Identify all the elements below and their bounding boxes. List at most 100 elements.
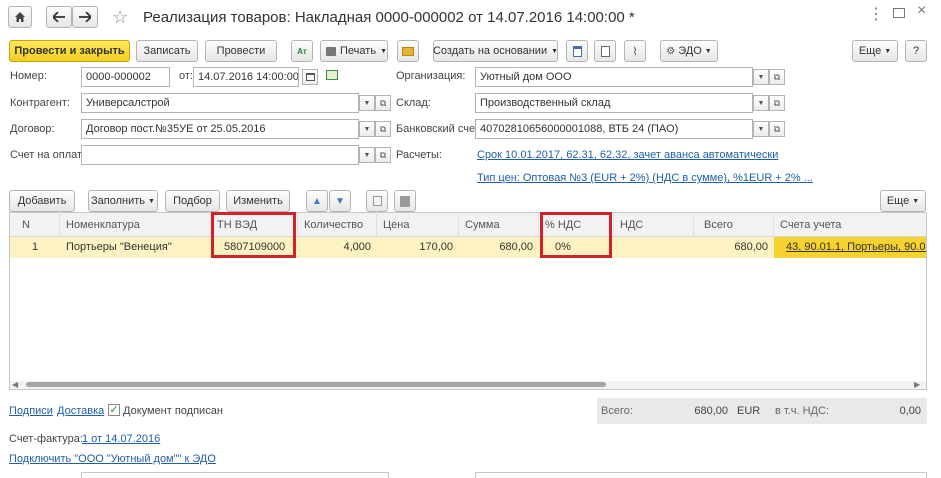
- contractor-dropdown-button[interactable]: ▼: [359, 95, 375, 111]
- connect-edo-link[interactable]: Подключить "ООО "Уютный дом"" к ЭДО: [9, 453, 216, 465]
- chevron-down-icon: ▼: [757, 73, 765, 81]
- cell-vat[interactable]: [614, 237, 694, 257]
- close-icon[interactable]: ×: [917, 2, 926, 20]
- post-button[interactable]: Провести: [205, 40, 277, 62]
- cell-price[interactable]: 170,00: [377, 237, 459, 257]
- edo-label: ЭДО: [678, 45, 702, 57]
- back-button[interactable]: [46, 6, 72, 28]
- warehouse-label: Склад:: [396, 97, 431, 109]
- cell-total[interactable]: 680,00: [694, 237, 774, 257]
- date-label: от:: [179, 70, 193, 82]
- signed-label: Документ подписан: [123, 405, 223, 417]
- cell-item[interactable]: Портьеры "Венеция": [60, 237, 211, 257]
- col-header-n[interactable]: N: [10, 212, 60, 237]
- cell-qty[interactable]: 4,000: [298, 237, 377, 257]
- change-button[interactable]: Изменить: [226, 190, 290, 212]
- cell-n[interactable]: 1: [10, 237, 60, 257]
- col-header-qty[interactable]: Количество: [298, 212, 377, 237]
- calendar-button[interactable]: [302, 69, 318, 85]
- invoice-field[interactable]: [81, 145, 359, 165]
- annotation-frame-tnved: [211, 212, 296, 258]
- signatures-link[interactable]: Подписи: [9, 405, 53, 417]
- table-more-button[interactable]: Еще ▼: [880, 190, 926, 212]
- attach-button[interactable]: ⌇: [624, 40, 646, 62]
- contract-open-button[interactable]: ⧉: [375, 121, 391, 137]
- create-based-on-button[interactable]: Создать на основании ▼: [433, 40, 558, 62]
- invoice-open-button[interactable]: ⧉: [375, 147, 391, 163]
- bank-dropdown-button[interactable]: ▼: [753, 121, 769, 137]
- org-dropdown-button[interactable]: ▼: [753, 69, 769, 85]
- date-field[interactable]: 14.07.2016 14:00:00: [193, 67, 299, 87]
- favorite-star-icon[interactable]: ☆: [112, 8, 128, 26]
- post-and-close-button[interactable]: Провести и закрыть: [9, 40, 130, 62]
- create-based-label: Создать на основании: [432, 45, 548, 57]
- select-button[interactable]: Подбор: [165, 190, 220, 212]
- spellcheck-button[interactable]: Ат: [291, 40, 313, 62]
- contract-label: Договор:: [10, 123, 55, 135]
- paperclip-icon: ⌇: [632, 45, 638, 58]
- chevron-down-icon: ▼: [363, 99, 371, 107]
- settlements-link[interactable]: Срок 10.01.2017, 62.31, 62.32, зачет ава…: [477, 149, 778, 161]
- scrollbar-thumb[interactable]: [26, 382, 606, 387]
- totals-panel: [597, 398, 927, 424]
- col-header-sum[interactable]: Сумма: [459, 212, 539, 237]
- copy-button[interactable]: [366, 190, 388, 212]
- bank-account-label: Банковский счет:: [396, 123, 483, 135]
- save-button[interactable]: Записать: [136, 40, 198, 62]
- bank-account-field[interactable]: 40702810656000001088, ВТБ 24 (ПАО): [475, 119, 753, 139]
- fill-button[interactable]: Заполнить ▼: [88, 190, 158, 212]
- restore-icon[interactable]: [893, 8, 905, 18]
- journal-button[interactable]: [566, 40, 588, 62]
- scroll-right-icon[interactable]: ▶: [914, 380, 920, 389]
- open-icon: ⧉: [379, 97, 387, 108]
- contractor-open-button[interactable]: ⧉: [375, 95, 391, 111]
- chevron-down-icon: ▼: [363, 125, 371, 133]
- org-open-button[interactable]: ⧉: [769, 69, 785, 85]
- move-up-button[interactable]: ▲: [306, 190, 328, 212]
- bank-open-button[interactable]: ⧉: [769, 121, 785, 137]
- open-icon: ⧉: [773, 71, 781, 82]
- chevron-down-icon: ▼: [757, 99, 765, 107]
- contractor-field[interactable]: Универсалстрой: [81, 93, 359, 113]
- col-header-accounts[interactable]: Счета учета: [774, 212, 926, 237]
- col-header-price[interactable]: Цена: [377, 212, 459, 237]
- number-field[interactable]: 0000-000002: [81, 67, 170, 87]
- envelope-icon: [402, 46, 414, 56]
- email-button[interactable]: [397, 40, 419, 62]
- signed-checkbox[interactable]: ✓: [108, 404, 120, 416]
- col-header-total[interactable]: Всего: [694, 212, 774, 237]
- print-button[interactable]: Печать ▼: [320, 40, 388, 62]
- col-header-item[interactable]: Номенклатура: [60, 212, 211, 237]
- contract-dropdown-button[interactable]: ▼: [359, 121, 375, 137]
- open-icon: ⧉: [773, 97, 781, 108]
- chevron-down-icon: ▼: [363, 151, 371, 159]
- edo-button[interactable]: ⚙ ЭДО ▼: [660, 40, 718, 62]
- copy-icon: [372, 196, 382, 206]
- paste-button[interactable]: [394, 190, 416, 212]
- invoice-dropdown-button[interactable]: ▼: [359, 147, 375, 163]
- cell-accounts[interactable]: 43, 90.01.1, Портьеры, 90.02.1,: [774, 237, 926, 257]
- add-row-button[interactable]: Добавить: [9, 190, 75, 212]
- page-title: Реализация товаров: Накладная 0000-00000…: [143, 9, 635, 26]
- warehouse-field[interactable]: Производственный склад: [475, 93, 753, 113]
- document-button[interactable]: [594, 40, 616, 62]
- arrow-left-icon: [53, 12, 65, 22]
- move-down-button[interactable]: ▼: [329, 190, 351, 212]
- delivery-link[interactable]: Доставка: [57, 405, 104, 417]
- warehouse-open-button[interactable]: ⧉: [769, 95, 785, 111]
- more-button[interactable]: Еще ▼: [852, 40, 898, 62]
- forward-button[interactable]: [72, 6, 98, 28]
- warehouse-dropdown-button[interactable]: ▼: [753, 95, 769, 111]
- scroll-left-icon[interactable]: ◀: [12, 380, 18, 389]
- help-button[interactable]: ?: [905, 40, 927, 62]
- contract-field[interactable]: Договор пост.№35УЕ от 25.05.2016: [81, 119, 359, 139]
- col-header-vat[interactable]: НДС: [614, 212, 694, 237]
- price-type-link[interactable]: Тип цен: Оптовая №3 (EUR + 2%) (НДС в су…: [477, 172, 813, 184]
- total-currency: EUR: [737, 405, 761, 417]
- paste-icon: [400, 195, 410, 207]
- home-button[interactable]: [8, 6, 32, 28]
- cell-sum[interactable]: 680,00: [459, 237, 539, 257]
- more-options-icon[interactable]: ⋮: [868, 4, 884, 24]
- invoice-doc-link[interactable]: 1 от 14.07.2016: [82, 433, 160, 445]
- org-field[interactable]: Уютный дом ООО: [475, 67, 753, 87]
